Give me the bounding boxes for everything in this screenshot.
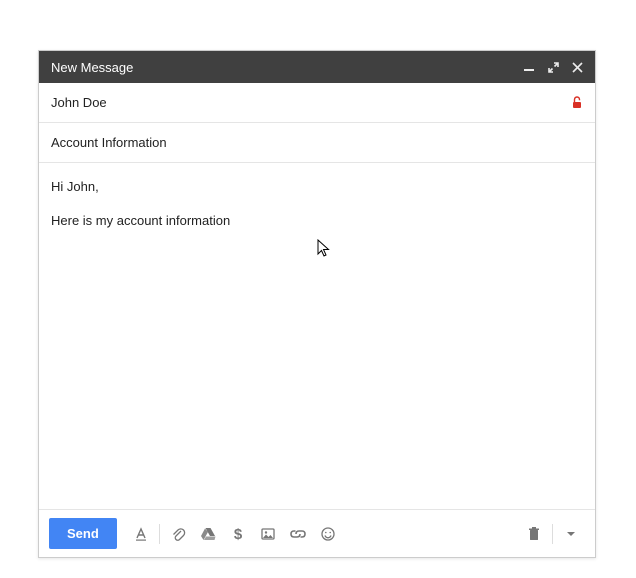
toolbar-divider bbox=[159, 524, 160, 544]
compose-header: New Message bbox=[39, 51, 595, 83]
header-title: New Message bbox=[51, 60, 521, 75]
emoji-icon[interactable] bbox=[314, 520, 342, 548]
compose-toolbar: Send $ bbox=[39, 509, 595, 557]
link-icon[interactable] bbox=[284, 520, 312, 548]
dollar-icon[interactable]: $ bbox=[224, 520, 252, 548]
compose-window: New Message John Doe Accou bbox=[38, 50, 596, 558]
minimize-icon[interactable] bbox=[521, 59, 537, 75]
message-body[interactable]: Hi John, Here is my account information bbox=[39, 163, 595, 509]
send-button[interactable]: Send bbox=[49, 518, 117, 549]
svg-text:$: $ bbox=[234, 526, 243, 542]
lock-unlocked-icon[interactable] bbox=[571, 96, 583, 109]
more-options-icon[interactable] bbox=[557, 520, 585, 548]
body-line: Hi John, bbox=[51, 177, 583, 197]
cursor-pointer-icon bbox=[317, 239, 333, 265]
expand-icon[interactable] bbox=[545, 59, 561, 75]
drive-icon[interactable] bbox=[194, 520, 222, 548]
trash-icon[interactable] bbox=[520, 520, 548, 548]
close-icon[interactable] bbox=[569, 59, 585, 75]
header-controls bbox=[521, 59, 585, 75]
photo-icon[interactable] bbox=[254, 520, 282, 548]
body-line: Here is my account information bbox=[51, 211, 583, 231]
attachment-icon[interactable] bbox=[164, 520, 192, 548]
recipient-row[interactable]: John Doe bbox=[39, 83, 595, 123]
subject-text: Account Information bbox=[51, 135, 167, 150]
toolbar-divider bbox=[552, 524, 553, 544]
formatting-icon[interactable] bbox=[127, 520, 155, 548]
subject-row[interactable]: Account Information bbox=[39, 123, 595, 163]
recipient-text: John Doe bbox=[51, 95, 571, 110]
